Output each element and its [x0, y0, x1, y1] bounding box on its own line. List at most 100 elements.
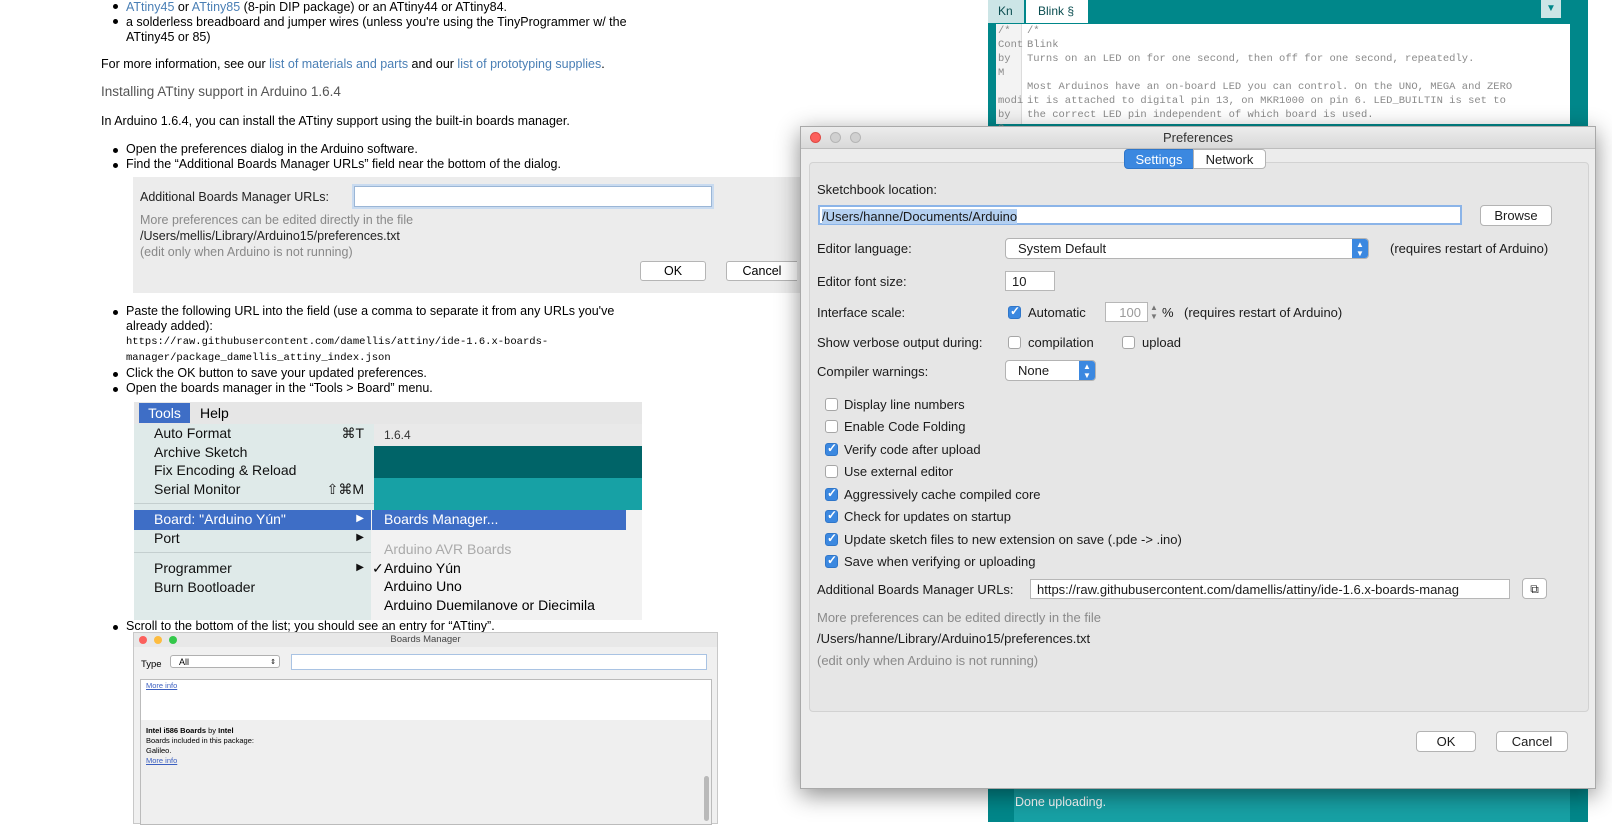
- step-3a: Paste the following URL into the field (…: [126, 304, 615, 318]
- submenu-arrow-icon: ▶: [356, 532, 364, 543]
- option-checkbox[interactable]: [825, 465, 838, 478]
- attiny85-link[interactable]: ATtiny85: [192, 0, 240, 14]
- option-label: Verify code after upload: [844, 442, 981, 457]
- close-icon[interactable]: [810, 132, 821, 143]
- option-checkbox[interactable]: [825, 508, 838, 523]
- menu-help: Help: [200, 405, 229, 421]
- menu-item-auto-format: Auto Format: [154, 425, 232, 441]
- board-submenu: Boards Manager... Arduino AVR Boards ✓ A…: [371, 510, 642, 620]
- option-label: Display line numbers: [844, 397, 965, 412]
- verbose-compilation-label: compilation: [1028, 335, 1094, 350]
- submenu-arrow-icon: ▶: [356, 562, 364, 573]
- excerpt-cancel-button: Cancel: [726, 261, 797, 281]
- option-label: Save when verifying or uploading: [844, 554, 1036, 569]
- submenu-boards-manager: Boards Manager...: [384, 511, 499, 527]
- more-info-paragraph: For more information, see our list of ma…: [101, 57, 605, 71]
- verbose-compilation-checkbox[interactable]: [1008, 336, 1021, 349]
- tab-settings[interactable]: Settings: [1124, 149, 1194, 169]
- scale-automatic-label: Automatic: [1028, 305, 1086, 320]
- edit-note: (edit only when Arduino is not running): [817, 653, 1039, 668]
- excerpt-path: /Users/mellis/Library/Arduino15/preferen…: [140, 229, 400, 243]
- tab-blink[interactable]: Blink §: [1026, 0, 1088, 23]
- bullet: [113, 148, 118, 153]
- minimize-icon[interactable]: [830, 132, 841, 143]
- preferences-dialog: Preferences Settings Network Sketchbook …: [800, 126, 1596, 789]
- step-5: Open the boards manager in the “Tools > …: [126, 381, 433, 395]
- minimize-icon: [154, 636, 162, 644]
- menu-tools: Tools: [139, 403, 190, 423]
- verbose-upload-label: upload: [1142, 335, 1182, 350]
- option-checkbox[interactable]: [825, 531, 838, 546]
- scale-input[interactable]: 100: [1105, 302, 1148, 322]
- warnings-select[interactable]: None ▲ ▼: [1005, 360, 1096, 381]
- menu-separator: [134, 552, 374, 553]
- option-checkbox[interactable]: [825, 420, 838, 433]
- tab-knight[interactable]: Kn: [988, 0, 1024, 23]
- option-label: Enable Code Folding: [844, 419, 966, 434]
- language-select[interactable]: System Default ▲ ▼: [1005, 238, 1369, 259]
- scale-automatic-checkbox[interactable]: [1008, 304, 1021, 319]
- menu-separator: [134, 503, 374, 504]
- preferences-path: /Users/hanne/Library/Arduino15/preferenc…: [817, 631, 1091, 646]
- stepper-icon[interactable]: ▲ ▼: [1150, 303, 1158, 321]
- step-4: Click the OK button to save your updated…: [126, 366, 427, 380]
- bm-scrollbar: [704, 776, 709, 821]
- supplies-link[interactable]: list of prototyping supplies: [457, 57, 601, 71]
- code-editor[interactable]: /*Contby M modiby Shttp /* Blink Turns o…: [996, 24, 1570, 149]
- zoom-icon[interactable]: [850, 132, 861, 143]
- tutorial-page: ATtiny45 or ATtiny85 (8-pin DIP package)…: [0, 0, 800, 825]
- verbose-upload-checkbox[interactable]: [1122, 336, 1135, 349]
- materials-link[interactable]: list of materials and parts: [269, 57, 408, 71]
- ide-version: 1.6.4: [374, 424, 642, 446]
- menu-item-port: Port: [154, 530, 180, 546]
- boards-url-line-2: manager/package_damellis_attiny_index.js…: [126, 352, 391, 364]
- scale-note: (requires restart of Arduino): [1184, 305, 1343, 320]
- submenu-duemilanove: Arduino Duemilanove or Diecimila: [384, 597, 595, 613]
- ide-toolbar-bg: [374, 446, 642, 478]
- excerpt-ok-button: OK: [640, 261, 706, 281]
- bullet: [113, 372, 118, 377]
- urls-input[interactable]: https://raw.githubusercontent.com/damell…: [1030, 579, 1510, 599]
- option-label: Check for updates on startup: [844, 509, 1011, 524]
- shortcut: ⇧⌘M: [326, 481, 364, 497]
- more-info-link: More info: [146, 681, 178, 690]
- tab-network[interactable]: Network: [1193, 149, 1266, 169]
- option-checkbox[interactable]: [825, 553, 838, 568]
- excerpt-edit-note: (edit only when Arduino is not running): [140, 245, 353, 259]
- section-heading: Installing ATtiny support in Arduino 1.6…: [101, 84, 341, 99]
- option-checkbox[interactable]: [825, 441, 838, 456]
- bullet: [113, 387, 118, 392]
- cancel-button[interactable]: Cancel: [1496, 731, 1568, 752]
- ok-button[interactable]: OK: [1416, 731, 1476, 752]
- bm-intel-title: Intel i586 Boards by Intel: [146, 726, 234, 735]
- shortcut: ⌘T: [341, 425, 364, 441]
- interface-scale-label: Interface scale:: [817, 305, 906, 320]
- menu-item-archive: Archive Sketch: [154, 444, 248, 460]
- language-note: (requires restart of Arduino): [1390, 241, 1549, 256]
- urls-label: Additional Boards Manager URLs:: [817, 582, 1014, 597]
- select-arrows-icon: ▲ ▼: [1079, 361, 1095, 380]
- boards-manager-image: Boards Manager Type All ⇕ More info Intel…: [133, 632, 718, 825]
- font-size-input[interactable]: 10: [1005, 271, 1055, 291]
- step-2: Find the “Additional Boards Manager URLs…: [126, 157, 561, 171]
- submenu-uno: Arduino Uno: [384, 578, 462, 594]
- bm-intel-board: Galileo.: [146, 746, 172, 755]
- browse-button[interactable]: Browse: [1480, 205, 1552, 226]
- excerpt-urls-label: Additional Boards Manager URLs:: [140, 190, 329, 204]
- bm-filter-input: [291, 654, 707, 670]
- bm-type-select: All ⇕: [170, 655, 280, 668]
- ide-tabs-bg: [374, 478, 642, 512]
- sketchbook-label: Sketchbook location:: [817, 182, 937, 197]
- submenu-yun: Arduino Yún: [384, 560, 461, 576]
- scale-percent: %: [1162, 305, 1174, 320]
- option-checkbox[interactable]: [825, 398, 838, 411]
- tab-menu-icon[interactable]: ▼: [1541, 0, 1561, 18]
- materials-line-2: a solderless breadboard and jumper wires…: [126, 15, 627, 29]
- expand-urls-icon[interactable]: ⧉: [1522, 578, 1547, 599]
- tools-menu-image: Tools Help 1.6.4 Auto Format ⌘T Archive …: [134, 402, 642, 620]
- sketchbook-input[interactable]: /Users/hanne/Documents/Arduino: [818, 205, 1462, 225]
- font-size-label: Editor font size:: [817, 274, 907, 289]
- attiny45-link[interactable]: ATtiny45: [126, 0, 174, 14]
- option-checkbox[interactable]: [825, 486, 838, 501]
- boards-url-line-1: https://raw.githubusercontent.com/damell…: [126, 336, 549, 348]
